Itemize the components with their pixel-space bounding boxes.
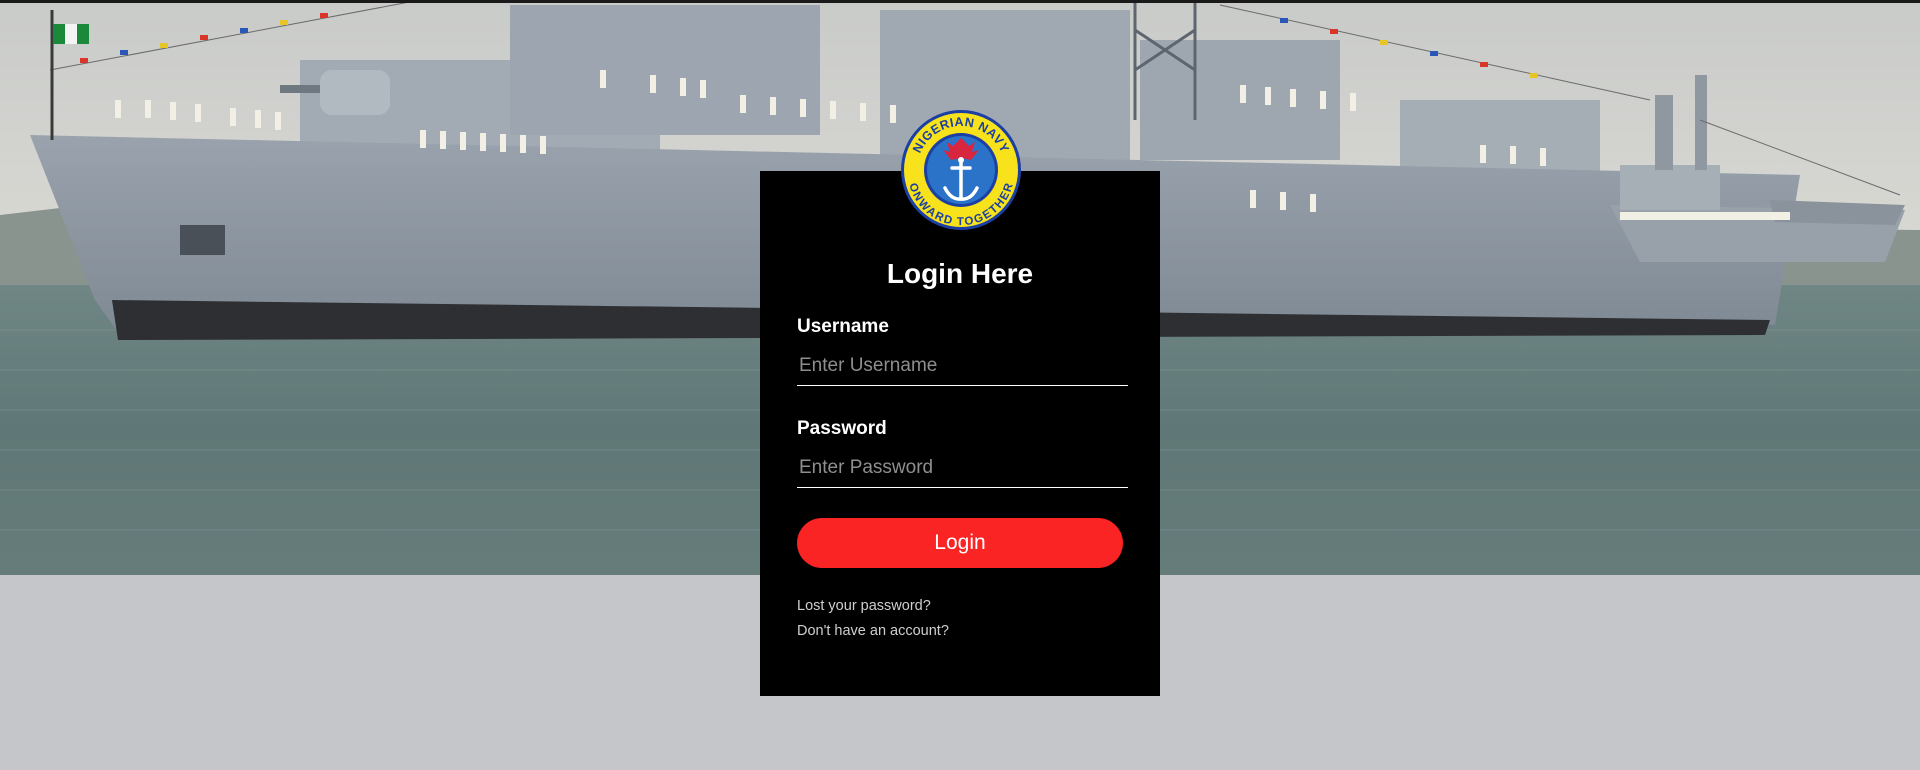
- nigerian-navy-emblem-icon: NIGERIAN NAVY ONWARD TOGETHER: [899, 108, 1023, 232]
- lost-password-link[interactable]: Lost your password?: [797, 598, 931, 614]
- username-label: Username: [797, 316, 889, 337]
- login-button[interactable]: Login: [797, 518, 1123, 568]
- username-input[interactable]: [797, 346, 1128, 386]
- login-page: NIGERIAN NAVY ONWARD TOGETHER Login Here…: [0, 0, 1920, 770]
- login-title: Login Here: [886, 258, 1034, 289]
- password-input[interactable]: [797, 448, 1128, 488]
- password-label: Password: [797, 418, 887, 439]
- login-form-container: NIGERIAN NAVY ONWARD TOGETHER Login Here…: [760, 110, 1160, 696]
- top-border: [0, 0, 1920, 3]
- signup-link[interactable]: Don't have an account?: [797, 623, 949, 639]
